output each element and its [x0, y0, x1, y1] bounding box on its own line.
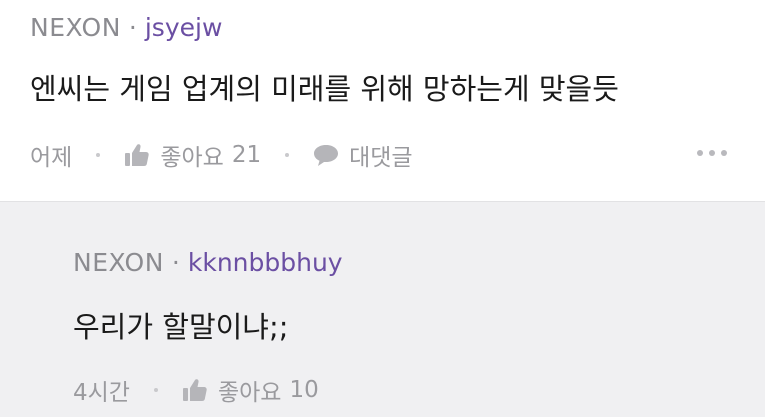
reply-text: 우리가 할말이냐;; [73, 310, 289, 344]
comment-time: 어제 [30, 145, 73, 171]
action-separator [285, 153, 290, 157]
comment-actions: 어제 좋아요 21 대댓글 [30, 138, 413, 172]
like-label: 좋아요 [217, 380, 282, 406]
reply-time: 4시간 [73, 380, 130, 406]
username-link[interactable]: jsyejw [145, 13, 223, 42]
reply-label: 대댓글 [349, 145, 413, 171]
comment-text: 엔씨는 게임 업계의 미래를 위해 망하는게 맞을듯 [30, 72, 619, 106]
like-button[interactable]: 좋아요 10 [182, 373, 319, 407]
like-count: 10 [289, 377, 319, 403]
reply-actions: 4시간 좋아요 10 [73, 373, 319, 407]
action-separator [96, 153, 101, 157]
company-label: NEXON [73, 248, 164, 277]
meta-separator: · [171, 248, 180, 277]
speech-bubble-icon [314, 145, 339, 166]
reply-button[interactable]: 대댓글 [313, 138, 413, 172]
username-link[interactable]: kknnbbbhuy [188, 248, 343, 277]
thumbs-up-icon [125, 144, 150, 166]
more-dot [709, 150, 715, 156]
meta-separator: · [128, 13, 137, 42]
comment-card: NEXON · jsyejw 엔씨는 게임 업계의 미래를 위해 망하는게 맞을… [0, 0, 765, 202]
company-label: NEXON [30, 13, 121, 42]
reply-meta: NEXON · kknnbbbhuy [73, 248, 343, 277]
thumbs-up-icon [182, 379, 207, 401]
more-dots-icon [697, 150, 703, 156]
reply-card: NEXON · kknnbbbhuy 우리가 할말이냐;; 4시간 좋아요 10 [0, 202, 765, 417]
like-button[interactable]: 좋아요 21 [124, 138, 261, 172]
comment-meta: NEXON · jsyejw [30, 13, 222, 42]
more-options-button[interactable] [691, 150, 727, 156]
action-separator [153, 388, 158, 392]
like-count: 21 [231, 142, 262, 168]
more-dot [721, 150, 727, 156]
like-label: 좋아요 [160, 145, 224, 171]
